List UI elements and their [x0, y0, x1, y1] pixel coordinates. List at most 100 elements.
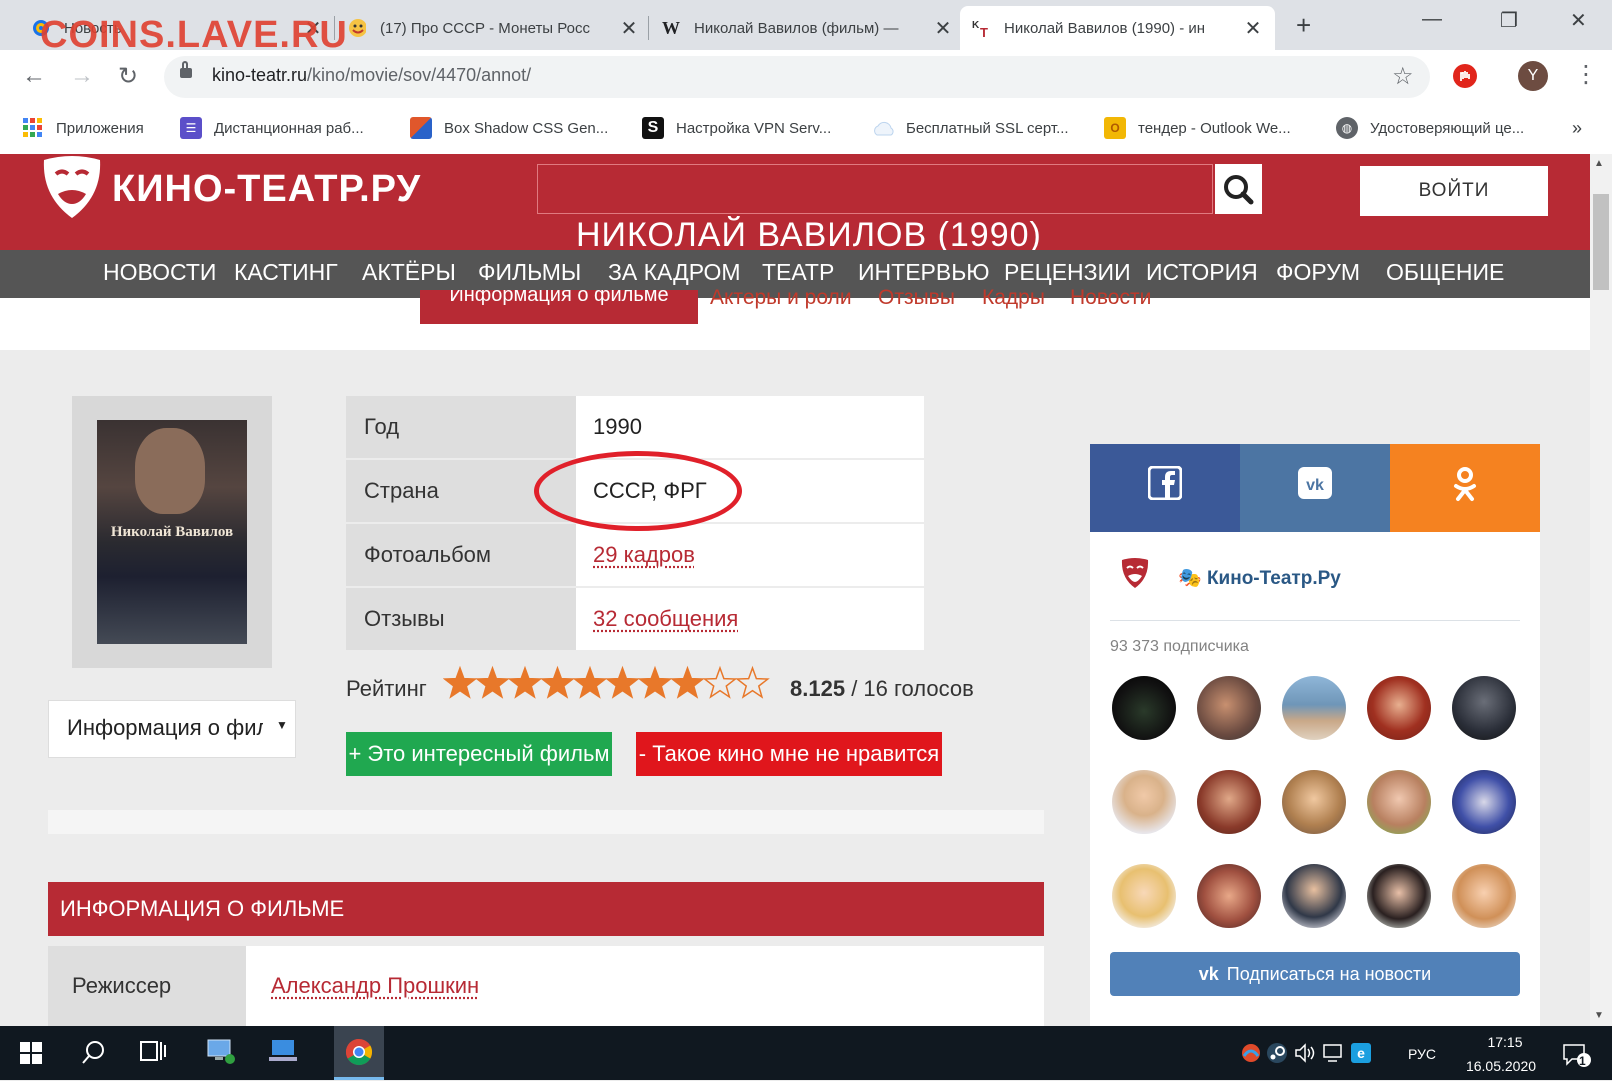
site-logo-text[interactable]: КИНО-ТЕАТР.РУ	[112, 168, 421, 211]
rating-star[interactable]	[737, 668, 767, 697]
tab-4-active[interactable]: KT Николай Вавилов (1990) - ин ✕	[960, 6, 1275, 50]
nav-item-theatre[interactable]: ТЕАТР	[762, 259, 834, 286]
chrome-taskbar-button[interactable]	[334, 1026, 384, 1080]
subscriber-avatar[interactable]	[1112, 770, 1176, 834]
search-button[interactable]	[1215, 164, 1262, 214]
subscriber-avatar[interactable]	[1452, 864, 1516, 928]
taskbar-search-icon[interactable]	[82, 1040, 106, 1072]
scrollbar-thumb[interactable]	[1593, 194, 1609, 290]
rating-stars-icon[interactable]	[443, 664, 773, 704]
nav-item-films[interactable]: ФИЛЬМЫ	[478, 259, 581, 286]
subnav-tab-reviews[interactable]: Отзывы	[878, 286, 955, 310]
subnav-tab-info[interactable]: Информация о фильме	[420, 290, 698, 324]
scroll-up-arrow-icon[interactable]: ▲	[1594, 158, 1604, 169]
back-button[interactable]: ←	[22, 62, 46, 90]
notifications-icon[interactable]	[1562, 1042, 1592, 1074]
rating-star[interactable]	[477, 668, 507, 697]
bookmarks-more-button[interactable]: »	[1572, 116, 1582, 140]
subscriber-avatar[interactable]	[1112, 676, 1176, 740]
bookmark-cert[interactable]: ◍ Удостоверяющий це...	[1336, 116, 1524, 140]
nav-item-behind-scenes[interactable]: ЗА КАДРОМ	[608, 259, 741, 286]
nav-item-casting[interactable]: КАСТИНГ	[234, 259, 338, 286]
rating-star[interactable]	[445, 668, 475, 697]
minimize-button[interactable]: —	[1422, 8, 1442, 31]
lock-icon[interactable]	[180, 68, 192, 78]
subscriber-avatar[interactable]	[1367, 676, 1431, 740]
subnav-tab-frames[interactable]: Кадры	[982, 286, 1045, 310]
close-tab-icon[interactable]: ✕	[933, 16, 953, 41]
scroll-down-arrow-icon[interactable]: ▼	[1594, 1010, 1604, 1021]
vk-group-name[interactable]: 🎭 Кино-Театр.Ру	[1178, 566, 1341, 590]
adblock-stop-icon[interactable]	[1453, 64, 1477, 88]
facebook-icon[interactable]	[1090, 466, 1240, 508]
forward-button[interactable]: →	[70, 62, 94, 90]
nav-item-community[interactable]: ОБЩЕНИЕ	[1386, 259, 1504, 286]
nav-item-interview[interactable]: ИНТЕРВЬЮ	[858, 259, 990, 286]
profile-avatar[interactable]: Y	[1518, 61, 1548, 91]
subscriber-avatar[interactable]	[1197, 676, 1261, 740]
group-avatar[interactable]	[1112, 556, 1158, 598]
site-search-input[interactable]	[537, 164, 1213, 214]
bookmark-star-icon[interactable]: ☆	[1392, 62, 1414, 91]
rating-star[interactable]	[575, 668, 605, 697]
browser-menu-icon[interactable]: ⋮	[1574, 60, 1598, 89]
tab-2[interactable]: (17) Про СССР - Монеты Росс ✕	[336, 6, 651, 50]
network-icon[interactable]	[1322, 1042, 1344, 1070]
subnav-tab-news[interactable]: Новости	[1070, 286, 1151, 310]
dropdown-arrow-icon[interactable]: ▼	[276, 718, 288, 732]
steam-icon[interactable]	[1266, 1042, 1288, 1070]
subscriber-avatar[interactable]	[1452, 676, 1516, 740]
close-tab-icon[interactable]: ✕	[619, 16, 639, 41]
close-window-button[interactable]: ✕	[1570, 8, 1587, 33]
rating-stars[interactable]	[443, 664, 773, 713]
url-text[interactable]: kino-teatr.ru/kino/movie/sov/4470/annot/	[212, 65, 531, 86]
subscriber-avatar[interactable]	[1367, 770, 1431, 834]
bookmark-vpn[interactable]: S Настройка VPN Serv...	[642, 116, 831, 140]
subscriber-avatar[interactable]	[1282, 864, 1346, 928]
close-tab-icon[interactable]: ✕	[1243, 16, 1263, 41]
nav-item-news[interactable]: НОВОСТИ	[103, 259, 216, 286]
director-link[interactable]: Александр Прошкин	[271, 973, 479, 998]
nav-item-history[interactable]: ИСТОРИЯ	[1146, 259, 1258, 286]
edge-icon[interactable]: e	[1350, 1042, 1372, 1070]
rating-star[interactable]	[705, 668, 735, 697]
odnoklassniki-icon[interactable]	[1390, 466, 1540, 510]
dislike-film-button[interactable]: - Такое кино мне не нравится	[636, 732, 942, 776]
computer-icon[interactable]	[268, 1038, 298, 1072]
like-film-button[interactable]: + Это интересный фильм	[346, 732, 612, 776]
maximize-button[interactable]: ❐	[1500, 8, 1518, 33]
vk-icon[interactable]: vk	[1240, 466, 1390, 508]
rating-star[interactable]	[542, 668, 572, 697]
nav-item-actors[interactable]: АКТЁРЫ	[362, 259, 456, 286]
tray-app-icon[interactable]	[1240, 1042, 1262, 1070]
windows-start-icon[interactable]	[20, 1042, 42, 1070]
new-tab-button[interactable]: +	[1296, 10, 1311, 41]
vk-subscribe-button[interactable]: vk Подписаться на новости	[1110, 952, 1520, 996]
subscriber-avatar[interactable]	[1197, 770, 1261, 834]
volume-icon[interactable]	[1294, 1042, 1316, 1070]
bookmark-box-shadow[interactable]: Box Shadow CSS Gen...	[410, 116, 608, 140]
subscriber-avatar[interactable]	[1197, 864, 1261, 928]
subscriber-avatar[interactable]	[1282, 770, 1346, 834]
subscriber-avatar[interactable]	[1367, 864, 1431, 928]
subscriber-avatar[interactable]	[1282, 676, 1346, 740]
bookmark-outlook[interactable]: O тендер - Outlook We...	[1104, 116, 1291, 140]
nav-item-reviews[interactable]: РЕЦЕНЗИИ	[1004, 259, 1131, 286]
rating-star[interactable]	[672, 668, 702, 697]
task-view-icon[interactable]	[140, 1040, 166, 1070]
bookmark-remote-work[interactable]: ☰ Дистанционная раб...	[180, 116, 364, 140]
photos-link[interactable]: 29 кадров	[593, 542, 695, 567]
input-language[interactable]: РУС	[1408, 1046, 1436, 1062]
reviews-link[interactable]: 32 сообщения	[593, 606, 738, 631]
subscriber-avatar[interactable]	[1452, 770, 1516, 834]
remote-desktop-icon[interactable]	[206, 1038, 236, 1072]
login-button[interactable]: ВОЙТИ	[1360, 166, 1548, 216]
tab-3[interactable]: W Николай Вавилов (фильм) — ✕	[650, 6, 965, 50]
bookmark-apps[interactable]: Приложения	[22, 116, 144, 140]
subscriber-avatar[interactable]	[1112, 864, 1176, 928]
clock-date[interactable]: 16.05.2020	[1456, 1058, 1546, 1074]
nav-item-forum[interactable]: ФОРУМ	[1276, 259, 1360, 286]
subnav-tab-cast[interactable]: Актеры и роли	[710, 286, 852, 310]
reload-button[interactable]: ↻	[118, 62, 138, 91]
section-select-value[interactable]: Информация о фил	[67, 715, 263, 741]
